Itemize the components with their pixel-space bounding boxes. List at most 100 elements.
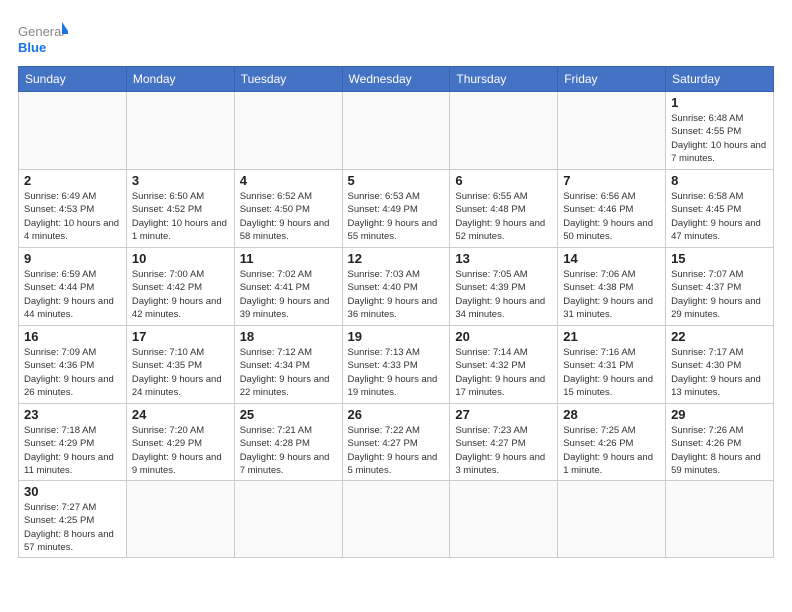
day-number: 7: [563, 173, 660, 188]
col-thursday: Thursday: [450, 67, 558, 92]
day-number: 26: [348, 407, 445, 422]
calendar-header: Sunday Monday Tuesday Wednesday Thursday…: [19, 67, 774, 92]
day-number: 3: [132, 173, 229, 188]
calendar-cell: 29 Sunrise: 7:26 AM Sunset: 4:26 PM Dayli…: [666, 404, 774, 481]
calendar-cell: 15Sunrise: 7:07 AM Sunset: 4:37 PM Dayli…: [666, 248, 774, 326]
day-number: 14: [563, 251, 660, 266]
day-number: 22: [671, 329, 768, 344]
day-number: 6: [455, 173, 552, 188]
day-info: Sunrise: 7:23 AM Sunset: 4:27 PM Dayligh…: [455, 424, 552, 477]
day-info: Sunrise: 6:56 AM Sunset: 4:46 PM Dayligh…: [563, 190, 660, 243]
calendar-cell: [558, 481, 666, 558]
day-info: Sunrise: 7:22 AM Sunset: 4:27 PM Dayligh…: [348, 424, 445, 477]
day-info: Sunrise: 7:09 AM Sunset: 4:36 PM Dayligh…: [24, 346, 121, 399]
calendar-cell: 4 Sunrise: 6:52 AM Sunset: 4:50 PM Daylig…: [234, 170, 342, 248]
day-number: 11: [240, 251, 337, 266]
svg-text:General: General: [18, 24, 64, 39]
day-number: 2: [24, 173, 121, 188]
day-info: Sunrise: 6:52 AM Sunset: 4:50 PM Dayligh…: [240, 190, 337, 243]
day-number: 9: [24, 251, 121, 266]
calendar-cell: 23 Sunrise: 7:18 AM Sunset: 4:29 PM Dayli…: [19, 404, 127, 481]
calendar-cell: 6 Sunrise: 6:55 AM Sunset: 4:48 PM Daylig…: [450, 170, 558, 248]
day-info: Sunrise: 7:13 AM Sunset: 4:33 PM Dayligh…: [348, 346, 445, 399]
day-info: Sunrise: 7:16 AM Sunset: 4:31 PM Dayligh…: [563, 346, 660, 399]
day-info: Sunrise: 6:55 AM Sunset: 4:48 PM Dayligh…: [455, 190, 552, 243]
day-number: 18: [240, 329, 337, 344]
day-number: 19: [348, 329, 445, 344]
day-info: Sunrise: 6:50 AM Sunset: 4:52 PM Dayligh…: [132, 190, 229, 243]
calendar-cell: [234, 481, 342, 558]
calendar-cell: 9Sunrise: 6:59 AM Sunset: 4:44 PM Daylig…: [19, 248, 127, 326]
calendar-cell: 7 Sunrise: 6:56 AM Sunset: 4:46 PM Daylig…: [558, 170, 666, 248]
calendar-cell: 16 Sunrise: 7:09 AM Sunset: 4:36 PM Dayli…: [19, 326, 127, 404]
calendar-body: 1Sunrise: 6:48 AM Sunset: 4:55 PM Daylig…: [19, 92, 774, 558]
day-number: 23: [24, 407, 121, 422]
day-number: 13: [455, 251, 552, 266]
calendar-cell: 11 Sunrise: 7:02 AM Sunset: 4:41 PM Dayli…: [234, 248, 342, 326]
col-friday: Friday: [558, 67, 666, 92]
col-tuesday: Tuesday: [234, 67, 342, 92]
day-info: Sunrise: 7:05 AM Sunset: 4:39 PM Dayligh…: [455, 268, 552, 321]
day-number: 15: [671, 251, 768, 266]
calendar-cell: 3 Sunrise: 6:50 AM Sunset: 4:52 PM Daylig…: [126, 170, 234, 248]
day-info: Sunrise: 7:03 AM Sunset: 4:40 PM Dayligh…: [348, 268, 445, 321]
col-saturday: Saturday: [666, 67, 774, 92]
calendar-cell: [666, 481, 774, 558]
day-number: 27: [455, 407, 552, 422]
logo-svg: General Blue: [18, 18, 68, 58]
day-info: Sunrise: 7:18 AM Sunset: 4:29 PM Dayligh…: [24, 424, 121, 477]
calendar-cell: [450, 92, 558, 170]
calendar-cell: 22 Sunrise: 7:17 AM Sunset: 4:30 PM Dayli…: [666, 326, 774, 404]
day-info: Sunrise: 7:27 AM Sunset: 4:25 PM Dayligh…: [24, 501, 121, 554]
calendar-cell: 17 Sunrise: 7:10 AM Sunset: 4:35 PM Dayli…: [126, 326, 234, 404]
calendar-cell: [234, 92, 342, 170]
logo: General Blue: [18, 18, 68, 58]
day-number: 16: [24, 329, 121, 344]
calendar-cell: [558, 92, 666, 170]
calendar-cell: 24Sunrise: 7:20 AM Sunset: 4:29 PM Dayli…: [126, 404, 234, 481]
day-number: 1: [671, 95, 768, 110]
page-header: General Blue: [18, 18, 774, 58]
day-number: 20: [455, 329, 552, 344]
day-number: 8: [671, 173, 768, 188]
day-number: 24: [132, 407, 229, 422]
col-sunday: Sunday: [19, 67, 127, 92]
day-info: Sunrise: 7:17 AM Sunset: 4:30 PM Dayligh…: [671, 346, 768, 399]
day-info: Sunrise: 7:00 AM Sunset: 4:42 PM Dayligh…: [132, 268, 229, 321]
calendar-cell: 12 Sunrise: 7:03 AM Sunset: 4:40 PM Dayli…: [342, 248, 450, 326]
calendar-cell: 14 Sunrise: 7:06 AM Sunset: 4:38 PM Dayli…: [558, 248, 666, 326]
day-info: Sunrise: 7:26 AM Sunset: 4:26 PM Dayligh…: [671, 424, 768, 477]
day-number: 25: [240, 407, 337, 422]
calendar-cell: 21 Sunrise: 7:16 AM Sunset: 4:31 PM Dayli…: [558, 326, 666, 404]
day-number: 12: [348, 251, 445, 266]
day-info: Sunrise: 6:53 AM Sunset: 4:49 PM Dayligh…: [348, 190, 445, 243]
day-info: Sunrise: 7:02 AM Sunset: 4:41 PM Dayligh…: [240, 268, 337, 321]
day-number: 29: [671, 407, 768, 422]
calendar-cell: 20Sunrise: 7:14 AM Sunset: 4:32 PM Dayli…: [450, 326, 558, 404]
calendar-cell: [126, 481, 234, 558]
calendar-cell: 25 Sunrise: 7:21 AM Sunset: 4:28 PM Dayli…: [234, 404, 342, 481]
day-number: 21: [563, 329, 660, 344]
calendar-table: Sunday Monday Tuesday Wednesday Thursday…: [18, 66, 774, 558]
day-info: Sunrise: 7:21 AM Sunset: 4:28 PM Dayligh…: [240, 424, 337, 477]
calendar-cell: [342, 481, 450, 558]
calendar-cell: [450, 481, 558, 558]
calendar-cell: 8Sunrise: 6:58 AM Sunset: 4:45 PM Daylig…: [666, 170, 774, 248]
day-number: 4: [240, 173, 337, 188]
day-number: 10: [132, 251, 229, 266]
day-info: Sunrise: 7:06 AM Sunset: 4:38 PM Dayligh…: [563, 268, 660, 321]
svg-text:Blue: Blue: [18, 40, 46, 55]
calendar-cell: 28Sunrise: 7:25 AM Sunset: 4:26 PM Dayli…: [558, 404, 666, 481]
day-number: 17: [132, 329, 229, 344]
calendar-cell: 2Sunrise: 6:49 AM Sunset: 4:53 PM Daylig…: [19, 170, 127, 248]
calendar-cell: [342, 92, 450, 170]
calendar-cell: 13 Sunrise: 7:05 AM Sunset: 4:39 PM Dayli…: [450, 248, 558, 326]
col-wednesday: Wednesday: [342, 67, 450, 92]
day-number: 30: [24, 484, 121, 499]
calendar-cell: 1Sunrise: 6:48 AM Sunset: 4:55 PM Daylig…: [666, 92, 774, 170]
calendar-cell: 27 Sunrise: 7:23 AM Sunset: 4:27 PM Dayli…: [450, 404, 558, 481]
day-number: 28: [563, 407, 660, 422]
day-number: 5: [348, 173, 445, 188]
calendar-cell: 30 Sunrise: 7:27 AM Sunset: 4:25 PM Dayli…: [19, 481, 127, 558]
day-info: Sunrise: 7:10 AM Sunset: 4:35 PM Dayligh…: [132, 346, 229, 399]
